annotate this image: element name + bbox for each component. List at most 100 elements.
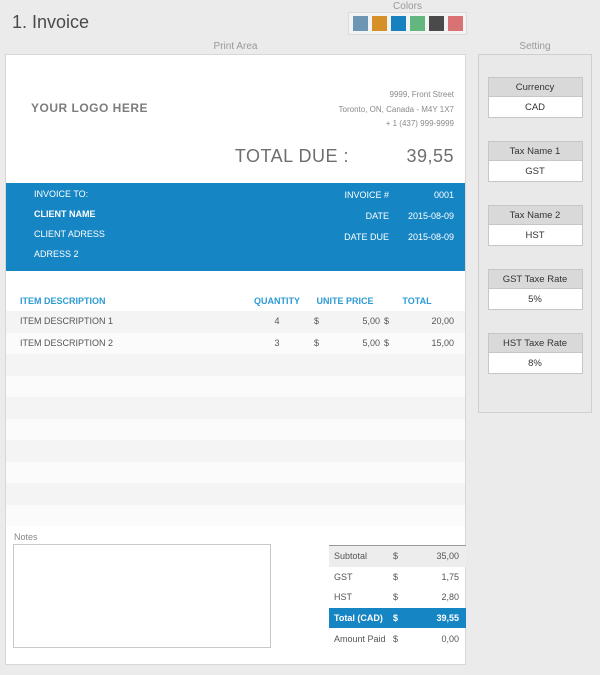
color-swatch[interactable]	[371, 16, 387, 31]
setting-field-value[interactable]: HST	[487, 225, 583, 246]
invoice-meta-value[interactable]: 2015-08-09	[389, 232, 454, 242]
notes-label: Notes	[14, 532, 38, 542]
setting-field-label: Currency	[487, 77, 583, 97]
setting-field-group: Tax Name 1 GST	[487, 141, 583, 182]
company-address-line1: 9999, Front Street	[389, 90, 454, 99]
invoice-meta-label: DATE	[365, 211, 389, 222]
summary-label: Total (CAD)	[334, 613, 383, 624]
setting-field-value[interactable]: GST	[487, 161, 583, 182]
color-palette	[348, 12, 467, 35]
item-unit-currency: $	[314, 316, 320, 326]
invoice-print-area: YOUR LOGO HERE 9999, Front Street Toront…	[5, 54, 466, 665]
summary-value: 2,80	[441, 592, 459, 603]
table-row-empty[interactable]	[6, 504, 465, 526]
summary-currency: $	[393, 633, 399, 644]
client-name-field[interactable]: CLIENT NAME	[34, 204, 105, 224]
setting-field-label: Tax Name 2	[487, 205, 583, 225]
summary-row: GST $ 1,75	[329, 567, 466, 588]
setting-field-label: GST Taxe Rate	[487, 269, 583, 289]
total-due-row: TOTAL DUE : 39,55	[235, 146, 454, 167]
invoice-to-label: INVOICE TO:	[34, 189, 89, 199]
item-description-cell[interactable]: ITEM DESCRIPTION 1	[6, 311, 244, 333]
setting-field-label: HST Taxe Rate	[487, 333, 583, 353]
invoice-meta-value[interactable]: 0001	[389, 190, 454, 200]
summary-currency: $	[393, 613, 399, 624]
summary-row: Subtotal $ 35,00	[329, 546, 466, 567]
setting-field-group: GST Taxe Rate 5%	[487, 269, 583, 310]
table-row-empty[interactable]	[6, 354, 465, 376]
total-due-value: 39,55	[406, 146, 454, 166]
summary-value: 39,55	[436, 613, 459, 624]
setting-label: Setting	[519, 41, 551, 52]
header-unit-price: UNITE PRICE	[316, 296, 374, 306]
item-unit-currency: $	[314, 337, 320, 348]
summary-row: Total (CAD) $ 39,55	[329, 607, 466, 629]
item-total-cell: 15,00	[431, 337, 454, 348]
company-address[interactable]: 9999, Front Street Toronto, ON, Canada -…	[339, 88, 454, 132]
bill-to-block: INVOICE TO: CLIENT NAME CLIENT ADRESS AD…	[34, 184, 105, 264]
summary-label: Amount Paid	[334, 633, 386, 644]
summary-currency: $	[393, 592, 399, 603]
summary-value: 0,00	[441, 633, 459, 644]
summary-value: 35,00	[436, 551, 459, 562]
invoice-meta-label: INVOICE #	[344, 190, 389, 201]
setting-field-value[interactable]: CAD	[487, 97, 583, 118]
summary-currency: $	[393, 571, 399, 582]
setting-panel: Currency CAD Tax Name 1 GST Tax Name 2 H…	[478, 54, 592, 413]
setting-field-label: Tax Name 1	[487, 141, 583, 161]
summary-label: GST	[334, 571, 353, 582]
color-swatch[interactable]	[352, 16, 368, 31]
item-total-cell: 20,00	[431, 316, 454, 326]
client-address-field[interactable]: CLIENT ADRESS	[34, 224, 105, 244]
table-row-empty[interactable]	[6, 397, 465, 419]
company-address-line3: + 1 (437) 999-9999	[385, 119, 454, 128]
item-unit-price-cell[interactable]: 5,00	[336, 333, 380, 355]
items-filled-rows: ITEM DESCRIPTION 1 4 $ 5,00 $ 20,00 ITEM…	[6, 311, 465, 354]
color-swatch[interactable]	[390, 16, 406, 31]
setting-field-value[interactable]: 8%	[487, 353, 583, 374]
summary-row: HST $ 2,80	[329, 587, 466, 608]
logo-placeholder[interactable]: YOUR LOGO HERE	[31, 101, 148, 115]
item-description-cell[interactable]: ITEM DESCRIPTION 2	[6, 333, 244, 355]
setting-field-group: Tax Name 2 HST	[487, 205, 583, 246]
total-due-label: TOTAL DUE :	[234, 146, 349, 166]
summary-label: HST	[334, 592, 352, 603]
table-row: ITEM DESCRIPTION 1 4 $ 5,00 $ 20,00	[6, 311, 465, 333]
invoice-app: 1. Invoice Colors Print Area Setting YOU…	[0, 0, 600, 675]
notes-input[interactable]	[13, 544, 271, 648]
summary-label: Subtotal	[334, 551, 368, 562]
header-item-description: ITEM DESCRIPTION	[20, 296, 106, 306]
color-swatch[interactable]	[447, 16, 463, 31]
print-area-label: Print Area	[213, 41, 258, 52]
setting-field-group: Currency CAD	[487, 77, 583, 118]
table-row: ITEM DESCRIPTION 2 3 $ 5,00 $ 15,00	[6, 332, 465, 355]
items-table-body: ITEM DESCRIPTION 1 4 $ 5,00 $ 20,00 ITEM…	[6, 311, 465, 526]
table-row-empty[interactable]	[6, 461, 465, 483]
setting-field-value[interactable]: 5%	[487, 289, 583, 310]
table-row-empty[interactable]	[6, 483, 465, 505]
item-total-currency: $	[384, 337, 390, 348]
item-unit-price-cell[interactable]: 5,00	[336, 311, 380, 333]
color-swatch[interactable]	[428, 16, 444, 31]
invoice-meta-block: INVOICE # 0001 DATE 2015-08-09 DATE DUE …	[344, 185, 454, 247]
summary-row: Amount Paid $ 0,00	[329, 628, 466, 649]
company-address-line2: Toronto, ON, Canada - M4Y 1X7	[338, 104, 454, 114]
summary-table: Subtotal $ 35,00 GST $ 1,75 HST $ 2,80 T…	[329, 545, 466, 649]
color-swatch[interactable]	[409, 16, 425, 31]
summary-value: 1,75	[441, 571, 459, 582]
colors-label: Colors	[393, 1, 422, 12]
setting-field-group: HST Taxe Rate 8%	[487, 333, 583, 374]
page-title: 1. Invoice	[12, 12, 90, 32]
client-info-band: INVOICE TO: CLIENT NAME CLIENT ADRESS AD…	[6, 183, 465, 271]
summary-currency: $	[393, 551, 399, 562]
table-row-empty[interactable]	[6, 440, 465, 462]
item-quantity-cell[interactable]: 3	[244, 333, 310, 355]
invoice-meta-value[interactable]: 2015-08-09	[389, 211, 454, 221]
header-quantity: QUANTITY	[254, 296, 300, 306]
items-table-header: ITEM DESCRIPTION QUANTITY UNITE PRICE TO…	[6, 291, 465, 311]
table-row-empty[interactable]	[6, 375, 465, 397]
table-row-empty[interactable]	[6, 418, 465, 440]
item-quantity-cell[interactable]: 4	[244, 311, 310, 333]
client-address2-field[interactable]: ADRESS 2	[34, 244, 105, 264]
header-total: TOTAL	[402, 296, 432, 306]
